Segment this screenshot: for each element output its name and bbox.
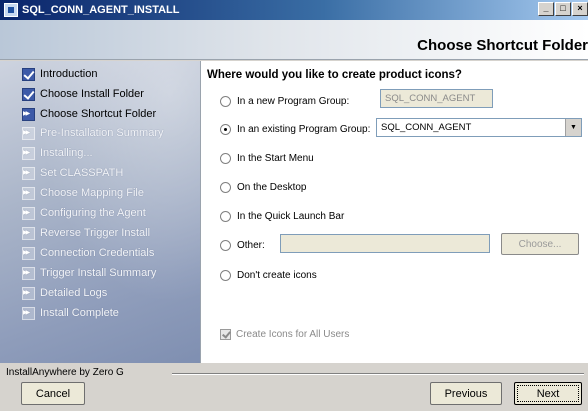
step-introduction: Introduction xyxy=(22,66,97,82)
double-arrow-icon xyxy=(22,186,35,200)
existing-program-group-value: SQL_CONN_AGENT xyxy=(381,122,472,133)
double-arrow-icon xyxy=(22,166,35,180)
option-label: In an existing Program Group: xyxy=(237,123,371,135)
step-label: Install Complete xyxy=(40,307,119,319)
step-install-complete: Install Complete xyxy=(22,305,119,321)
chevron-down-icon[interactable]: ▼ xyxy=(565,119,581,136)
radio-other[interactable] xyxy=(220,239,231,251)
step-configuring-the-agent: Configuring the Agent xyxy=(22,205,146,221)
step-label: Configuring the Agent xyxy=(40,207,146,219)
all-users-checkbox[interactable] xyxy=(220,329,231,340)
double-arrow-icon xyxy=(22,126,35,140)
step-set-classpath: Set CLASSPATH xyxy=(22,165,123,181)
radio-dont-create-icons[interactable] xyxy=(220,269,231,281)
minimize-button[interactable]: _ xyxy=(538,2,554,16)
double-arrow-icon xyxy=(22,226,35,240)
option-label: Don't create icons xyxy=(237,269,317,281)
option-other[interactable]: Other: xyxy=(220,238,265,252)
all-users-option[interactable]: Create Icons for All Users xyxy=(220,329,349,340)
step-detailed-logs: Detailed Logs xyxy=(22,285,107,301)
double-arrow-icon xyxy=(22,246,35,260)
option-desktop[interactable]: On the Desktop xyxy=(220,180,306,194)
option-label: In a new Program Group: xyxy=(237,95,350,107)
double-arrow-icon xyxy=(22,286,35,300)
radio-quick-launch-bar[interactable] xyxy=(220,210,231,222)
option-start-menu[interactable]: In the Start Menu xyxy=(220,151,314,165)
window-controls: _ □ × xyxy=(538,2,588,16)
step-choose-install-folder: Choose Install Folder xyxy=(22,86,144,102)
double-arrow-icon xyxy=(22,306,35,320)
close-button[interactable]: × xyxy=(572,2,588,16)
option-label: On the Desktop xyxy=(237,181,307,193)
new-program-group-field: SQL_CONN_AGENT xyxy=(380,89,493,108)
step-choose-shortcut-folder: Choose Shortcut Folder xyxy=(22,106,156,122)
step-trigger-install-summary: Trigger Install Summary xyxy=(22,265,156,281)
radio-desktop[interactable] xyxy=(220,181,231,193)
step-reverse-trigger-install: Reverse Trigger Install xyxy=(22,225,150,241)
other-path-field xyxy=(280,234,490,253)
step-label: Pre-Installation Summary xyxy=(40,127,164,139)
steps-panel: Introduction Choose Install Folder Choos… xyxy=(0,61,200,363)
option-existing-program-group[interactable]: In an existing Program Group: xyxy=(220,122,370,136)
maximize-button[interactable]: □ xyxy=(555,2,571,16)
next-button[interactable]: Next xyxy=(514,382,582,405)
option-label: Other: xyxy=(237,239,265,251)
option-new-program-group[interactable]: In a new Program Group: xyxy=(220,94,349,108)
step-label: Introduction xyxy=(40,68,98,80)
step-label: Choose Install Folder xyxy=(40,88,144,100)
step-connection-credentials: Connection Credentials xyxy=(22,245,154,261)
step-label: Reverse Trigger Install xyxy=(40,227,151,239)
step-pre-installation-summary: Pre-Installation Summary xyxy=(22,125,164,141)
cancel-button[interactable]: Cancel xyxy=(21,382,85,405)
step-label: Detailed Logs xyxy=(40,287,108,299)
double-arrow-icon xyxy=(22,266,35,280)
double-arrow-icon xyxy=(22,146,35,160)
checkmark-icon xyxy=(22,67,35,81)
choose-button[interactable]: Choose... xyxy=(501,233,579,255)
option-label: In the Quick Launch Bar xyxy=(237,210,345,222)
radio-start-menu[interactable] xyxy=(220,152,231,164)
previous-button[interactable]: Previous xyxy=(430,382,502,405)
step-label: Trigger Install Summary xyxy=(40,267,157,279)
step-label: Connection Credentials xyxy=(40,247,155,259)
brand-label: InstallAnywhere by Zero G xyxy=(6,367,124,378)
step-choose-mapping-file: Choose Mapping File xyxy=(22,185,144,201)
checkmark-icon xyxy=(22,87,35,101)
step-label: Set CLASSPATH xyxy=(40,167,124,179)
footer: InstallAnywhere by Zero G Cancel Previou… xyxy=(0,363,588,411)
step-installing: Installing... xyxy=(22,145,93,161)
header-banner: Choose Shortcut Folder xyxy=(0,20,588,60)
radio-existing-program-group[interactable] xyxy=(220,123,231,135)
step-label: Installing... xyxy=(40,147,93,159)
title-bar: SQL_CONN_AGENT_INSTALL _ □ × xyxy=(0,0,588,20)
double-arrow-icon xyxy=(22,107,35,121)
question-heading: Where would you like to create product i… xyxy=(207,69,462,81)
app-icon xyxy=(4,3,18,17)
step-label: Choose Mapping File xyxy=(40,187,144,199)
footer-divider xyxy=(172,373,584,375)
existing-program-group-combo[interactable]: SQL_CONN_AGENT ▼ xyxy=(376,118,582,137)
all-users-label: Create Icons for All Users xyxy=(236,329,350,340)
step-label: Choose Shortcut Folder xyxy=(40,108,157,120)
option-label: In the Start Menu xyxy=(237,152,314,164)
double-arrow-icon xyxy=(22,206,35,220)
option-quick-launch-bar[interactable]: In the Quick Launch Bar xyxy=(220,209,344,223)
radio-new-program-group[interactable] xyxy=(220,95,231,107)
option-dont-create-icons[interactable]: Don't create icons xyxy=(220,268,317,282)
window-title: SQL_CONN_AGENT_INSTALL xyxy=(22,4,180,16)
main-panel: Where would you like to create product i… xyxy=(200,61,588,363)
page-title: Choose Shortcut Folder xyxy=(417,37,588,54)
